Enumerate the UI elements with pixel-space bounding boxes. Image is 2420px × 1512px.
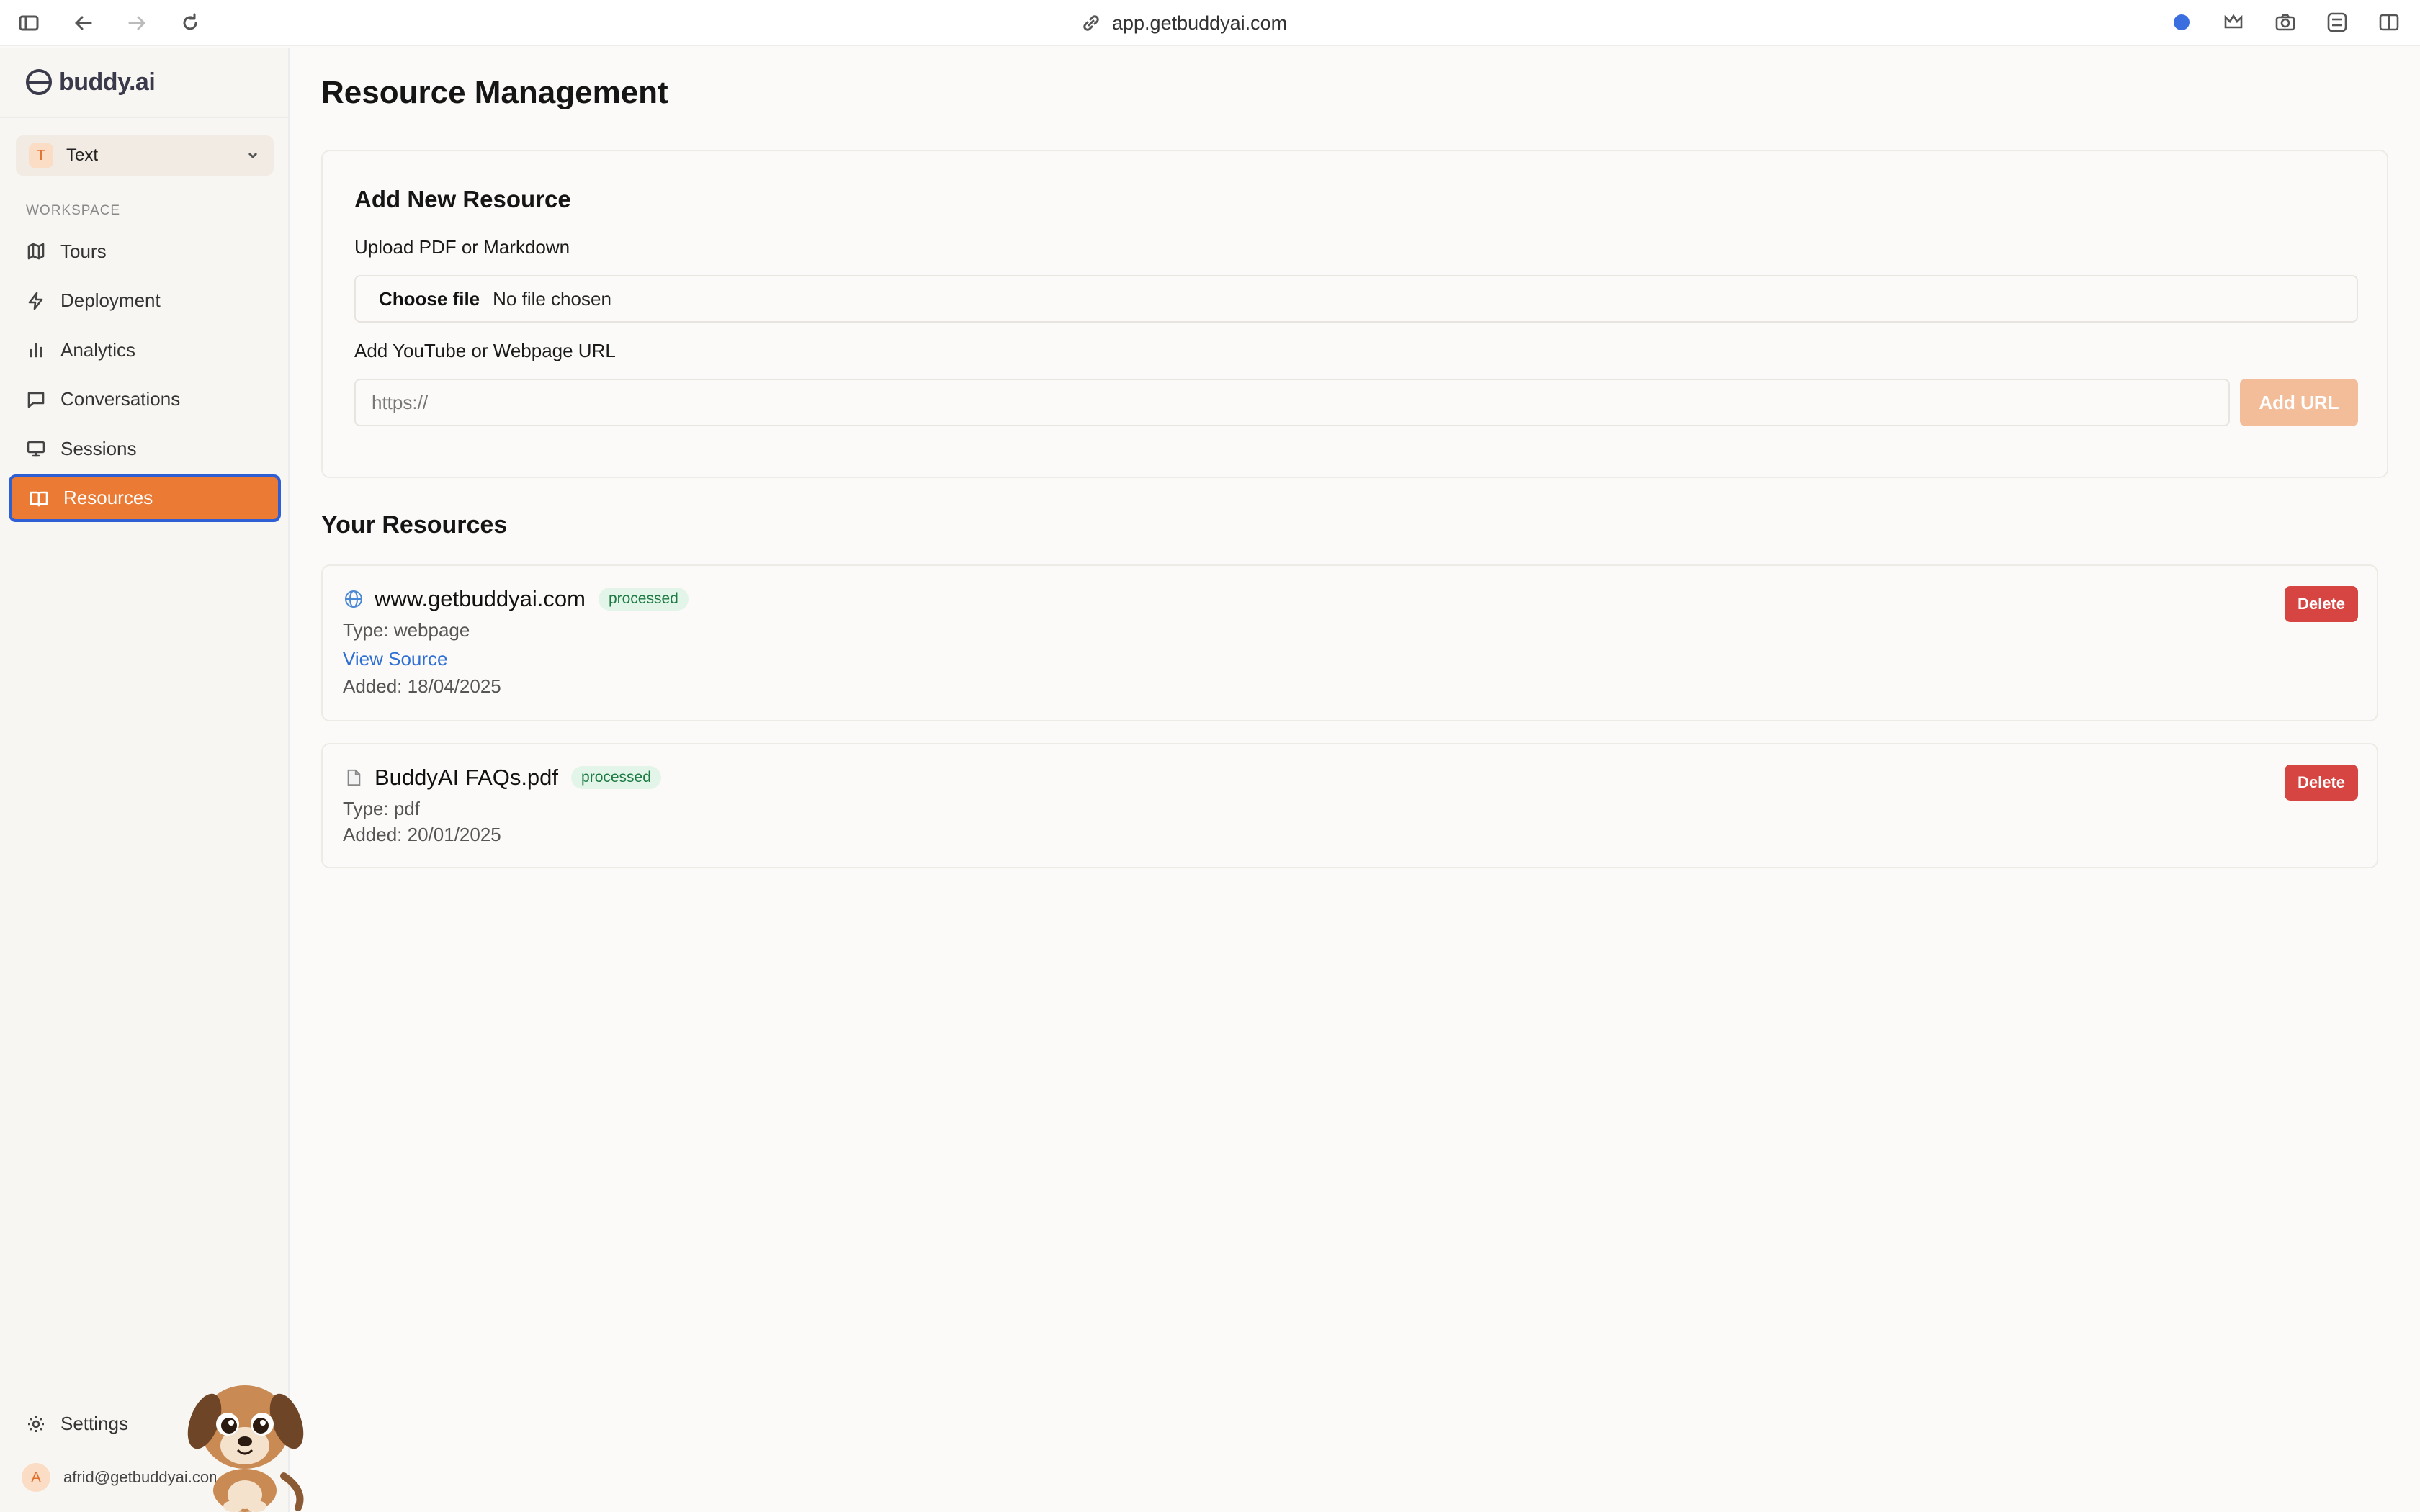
gear-icon bbox=[28, 1416, 44, 1432]
lightning-icon bbox=[28, 292, 43, 310]
resource-type: Type: webpage bbox=[343, 619, 470, 641]
forward-arrow-icon[interactable] bbox=[124, 10, 150, 36]
status-badge: processed bbox=[571, 766, 661, 789]
back-arrow-icon[interactable] bbox=[71, 10, 97, 36]
file-upload-input[interactable]: Choose file No file chosen bbox=[354, 275, 2358, 323]
resource-name: BuddyAI FAQs.pdf bbox=[375, 765, 559, 790]
sidebar-item-deployment[interactable]: Deployment bbox=[9, 277, 281, 325]
buddy-logo-icon bbox=[26, 69, 52, 95]
settings-slider-icon[interactable] bbox=[2325, 10, 2349, 35]
sidebar-item-label: Sessions bbox=[60, 437, 137, 459]
sidebar-item-conversations[interactable]: Conversations bbox=[9, 376, 281, 423]
page-title: Resource Management bbox=[321, 75, 668, 110]
divider bbox=[0, 117, 288, 118]
url-input[interactable] bbox=[354, 379, 2230, 426]
extension-icon[interactable] bbox=[2221, 10, 2246, 35]
browser-toolbar: app.getbuddyai.com bbox=[0, 0, 2420, 46]
book-icon bbox=[30, 491, 48, 506]
workspace-label: WORKSPACE bbox=[26, 203, 121, 218]
bar-chart-icon bbox=[30, 343, 42, 358]
project-name: Text bbox=[66, 145, 99, 165]
resource-card: BuddyAI FAQs.pdf processed Type: pdf Add… bbox=[321, 743, 2378, 868]
project-selector[interactable]: T Text bbox=[16, 135, 274, 176]
camera-icon[interactable] bbox=[2273, 10, 2298, 35]
brand-logo[interactable]: buddy.ai bbox=[23, 66, 156, 98]
sidebar: buddy.ai T Text WORKSPACE Tours Deployme… bbox=[0, 48, 290, 1512]
sidebar-toggle-icon[interactable] bbox=[16, 10, 42, 36]
chevron-down-icon bbox=[248, 152, 258, 159]
puppy-mascot-icon[interactable] bbox=[176, 1368, 310, 1512]
monitor-icon bbox=[27, 441, 45, 457]
sidebar-item-label: Conversations bbox=[60, 388, 181, 410]
blue-dot-extension-icon[interactable] bbox=[2169, 10, 2194, 35]
resource-card: www.getbuddyai.com processed Type: webpa… bbox=[321, 564, 2378, 721]
link-icon bbox=[1083, 15, 1099, 31]
sidebar-item-tours[interactable]: Tours bbox=[9, 228, 281, 275]
choose-file-button[interactable]: Choose file bbox=[379, 288, 480, 310]
sidebar-item-analytics[interactable]: Analytics bbox=[9, 326, 281, 374]
globe-icon bbox=[343, 589, 364, 609]
sidebar-item-label: Deployment bbox=[60, 289, 161, 311]
add-url-button[interactable]: Add URL bbox=[2240, 379, 2358, 426]
settings-label: Settings bbox=[60, 1413, 128, 1434]
avatar: A bbox=[22, 1463, 50, 1492]
resource-name: www.getbuddyai.com bbox=[375, 586, 586, 611]
upload-label: Upload PDF or Markdown bbox=[354, 236, 570, 258]
sidebar-item-label: Resources bbox=[63, 487, 153, 508]
sidebar-nav: Tours Deployment Analytics Conversations… bbox=[9, 228, 281, 523]
resource-added-date: Added: 18/04/2025 bbox=[343, 675, 501, 697]
resource-header: BuddyAI FAQs.pdf processed bbox=[343, 765, 661, 791]
resource-type: Type: pdf bbox=[343, 798, 420, 819]
add-resource-card: Add New Resource Upload PDF or Markdown … bbox=[321, 150, 2388, 478]
chat-icon bbox=[27, 392, 45, 408]
sidebar-item-label: Analytics bbox=[60, 338, 136, 361]
status-badge: processed bbox=[598, 588, 689, 611]
url-label: Add YouTube or Webpage URL bbox=[354, 340, 616, 361]
delete-button[interactable]: Delete bbox=[2285, 765, 2358, 801]
your-resources-title: Your Resources bbox=[321, 511, 508, 539]
url-text: app.getbuddyai.com bbox=[1112, 12, 1288, 34]
delete-button[interactable]: Delete bbox=[2285, 586, 2358, 622]
add-resource-title: Add New Resource bbox=[354, 186, 571, 212]
reload-icon[interactable] bbox=[177, 10, 203, 36]
sidebar-item-label: Tours bbox=[60, 240, 107, 262]
view-source-link[interactable]: View Source bbox=[343, 648, 448, 670]
resource-header: www.getbuddyai.com processed bbox=[343, 586, 689, 612]
resource-added-date: Added: 20/01/2025 bbox=[343, 824, 501, 845]
sidebar-item-settings[interactable]: Settings bbox=[26, 1413, 128, 1435]
split-view-icon[interactable] bbox=[2377, 10, 2401, 35]
sidebar-item-resources[interactable]: Resources bbox=[9, 474, 281, 522]
address-bar[interactable]: app.getbuddyai.com bbox=[1080, 10, 1287, 36]
project-badge: T bbox=[29, 143, 53, 168]
no-file-text: No file chosen bbox=[493, 287, 611, 310]
document-icon bbox=[343, 768, 364, 788]
brand-name: buddy.ai bbox=[59, 68, 156, 96]
sidebar-item-sessions[interactable]: Sessions bbox=[9, 425, 281, 472]
map-icon bbox=[27, 243, 45, 260]
